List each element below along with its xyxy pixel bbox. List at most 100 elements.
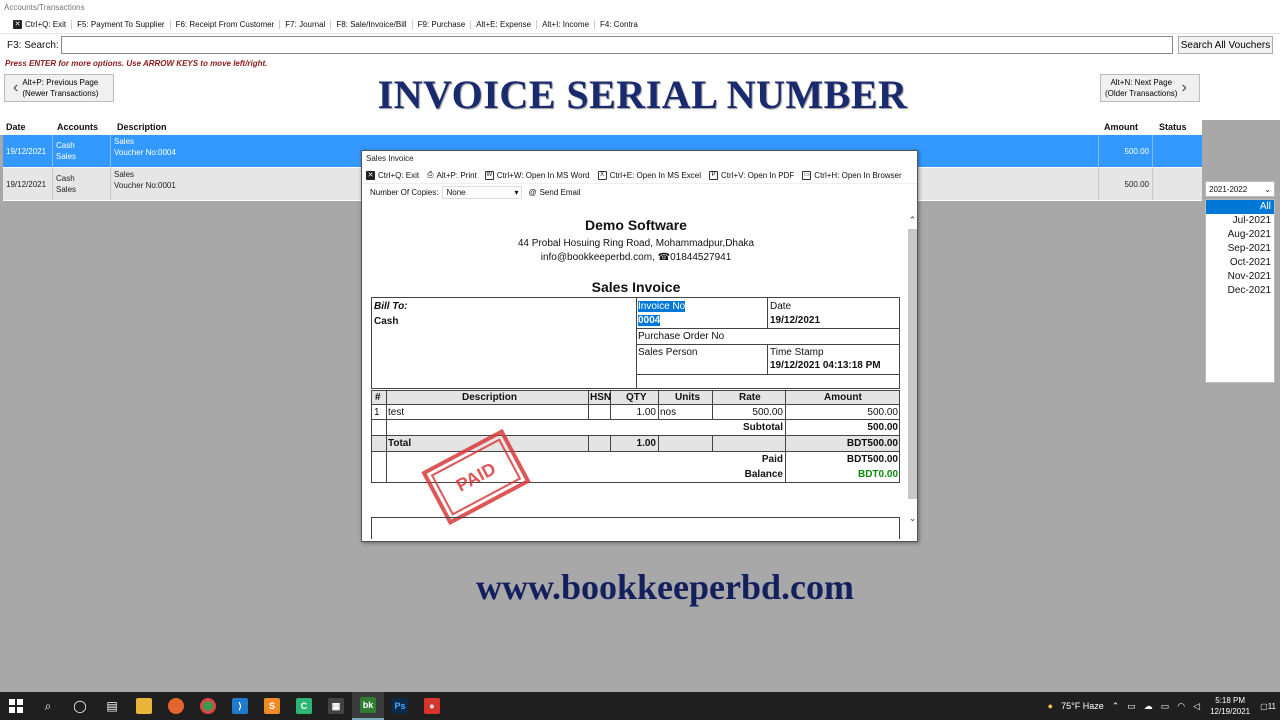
- timestamp-label: Time Stamp: [770, 347, 824, 358]
- month-item-all[interactable]: All: [1206, 200, 1274, 214]
- copies-select[interactable]: None ▾: [442, 185, 523, 199]
- printer-icon: ⎙: [427, 170, 434, 179]
- chevron-left-icon: ‹: [13, 79, 19, 96]
- month-item[interactable]: Nov-2021: [1206, 270, 1274, 284]
- clapper-icon[interactable]: ▦: [320, 692, 352, 720]
- subtotal-value: 500.00: [867, 422, 898, 433]
- windows-start-button[interactable]: [0, 692, 32, 720]
- windows-icon: [9, 699, 23, 713]
- month-item[interactable]: Oct-2021: [1206, 256, 1274, 270]
- shortcut-contra[interactable]: F4: Contra: [595, 20, 643, 29]
- print-button[interactable]: ⎙ Alt+P: Print: [425, 170, 483, 180]
- notification-icon[interactable]: ▢11: [1256, 702, 1280, 711]
- cortana-icon[interactable]: ◯: [64, 692, 96, 720]
- clock[interactable]: 5:18 PM 12/19/2021: [1204, 695, 1256, 717]
- sublime-icon[interactable]: S: [256, 692, 288, 720]
- next-sub-label: (Older Transactions): [1105, 89, 1178, 98]
- month-item[interactable]: Aug-2021: [1206, 228, 1274, 242]
- company-contact: info@bookkeeperbd.com, ☎01844527941: [540, 252, 732, 263]
- copies-label: Number Of Copies:: [370, 187, 439, 197]
- word-icon: W: [484, 170, 494, 180]
- nav-area: INVOICE SERIAL NUMBER ‹ Alt+P: Previous …: [0, 70, 1280, 120]
- shortcut-income[interactable]: Alt+I: Income: [537, 20, 595, 29]
- bill-to-label: Bill To:: [374, 301, 408, 312]
- weather-text[interactable]: 75°F Haze: [1057, 701, 1108, 711]
- overlay-title: INVOICE SERIAL NUMBER: [377, 72, 908, 117]
- search-input[interactable]: [61, 36, 1173, 54]
- open-word-button[interactable]: W Ctrl+W: Open In MS Word: [483, 170, 596, 180]
- camtasia-icon[interactable]: C: [288, 692, 320, 720]
- col-num: #: [375, 392, 381, 403]
- open-browser-button[interactable]: ▭ Ctrl+H: Open In Browser: [800, 170, 907, 180]
- search-row: F3: Search: Search All Vouchers: [0, 34, 1280, 56]
- hint-text: Press ENTER for more options. Use ARROW …: [0, 56, 1280, 70]
- onedrive-icon[interactable]: ☁: [1140, 701, 1157, 712]
- bookkeeper-icon[interactable]: bk: [352, 692, 384, 720]
- wifi-icon[interactable]: ◠: [1173, 701, 1189, 712]
- item-qty: 1.00: [636, 407, 656, 418]
- row-amount: 500.00: [1099, 135, 1153, 167]
- prev-label: Alt+P: Previous Page: [22, 78, 99, 87]
- dialog-title: Sales Invoice: [366, 154, 414, 163]
- open-pdf-button[interactable]: P Ctrl+V: Open In PDF: [707, 170, 800, 180]
- notes-box: [371, 517, 900, 539]
- chevron-up-icon[interactable]: ⌃: [908, 215, 917, 226]
- col-accounts[interactable]: Accounts: [57, 122, 98, 132]
- network-icon[interactable]: ▭: [1123, 701, 1140, 712]
- shortcut-toolbar: ✕ Ctrl+Q: Exit F5: Payment To Supplier F6…: [0, 16, 1280, 34]
- file-explorer-icon[interactable]: [128, 692, 160, 720]
- col-date[interactable]: Date: [6, 122, 26, 132]
- shortcut-journal[interactable]: F7: Journal: [280, 20, 332, 29]
- browser-icon: ▭: [802, 170, 812, 180]
- month-item[interactable]: Dec-2021: [1206, 284, 1274, 298]
- chrome-icon[interactable]: [192, 692, 224, 720]
- firefox-icon[interactable]: [160, 692, 192, 720]
- next-page-button[interactable]: Alt+N: Next Page (Older Transactions) ›: [1100, 74, 1200, 102]
- search-all-vouchers-button[interactable]: Search All Vouchers: [1178, 36, 1273, 54]
- timestamp-value: 19/12/2021 04:13:18 PM: [770, 360, 881, 371]
- row-accounts: Cash Sales: [53, 168, 111, 200]
- recorder-icon[interactable]: ●: [416, 692, 448, 720]
- open-excel-button[interactable]: X Ctrl+E: Open In MS Excel: [596, 170, 707, 180]
- send-email-button[interactable]: @ Send Email: [528, 188, 580, 197]
- col-rate: Rate: [739, 392, 761, 403]
- shortcut-receipt-from-customer[interactable]: F6: Receipt From Customer: [171, 20, 281, 29]
- col-status[interactable]: Status: [1159, 122, 1187, 132]
- row-amount: 500.00: [1099, 168, 1153, 200]
- shortcut-payment-to-supplier[interactable]: F5: Payment To Supplier: [72, 20, 171, 29]
- month-item[interactable]: Sep-2021: [1206, 242, 1274, 256]
- shortcut-expense[interactable]: Alt+E: Expense: [471, 20, 538, 29]
- task-view-icon[interactable]: ▤: [96, 692, 128, 720]
- vscode-icon[interactable]: ⟩: [224, 692, 256, 720]
- dialog-exit-button[interactable]: ✕ Ctrl+Q: Exit: [364, 170, 425, 180]
- month-item[interactable]: Jul-2021: [1206, 214, 1274, 228]
- photoshop-icon[interactable]: Ps: [384, 692, 416, 720]
- chevron-down-icon[interactable]: ⌄: [908, 513, 917, 524]
- display-icon[interactable]: ▭: [1157, 701, 1174, 712]
- financial-year-select[interactable]: 2021-2022 ⌄: [1205, 181, 1275, 197]
- month-list: All Jul-2021 Aug-2021 Sep-2021 Oct-2021 …: [1205, 199, 1275, 383]
- chevron-up-icon[interactable]: ⌃: [1108, 701, 1124, 712]
- item-rate: 500.00: [752, 407, 783, 418]
- volume-icon[interactable]: ◁: [1189, 701, 1204, 712]
- search-icon[interactable]: ⌕: [32, 692, 64, 720]
- close-icon: ✕: [366, 170, 375, 180]
- chevron-right-icon: ›: [1181, 79, 1187, 96]
- col-description[interactable]: Description: [117, 122, 167, 132]
- chevron-down-icon: ⌄: [1264, 184, 1271, 194]
- shortcut-purchase[interactable]: F9: Purchase: [413, 20, 472, 29]
- shortcut-sale-invoice[interactable]: F8: Sale/Invoice/Bill: [331, 20, 413, 29]
- shortcut-exit[interactable]: ✕ Ctrl+Q: Exit: [8, 20, 73, 29]
- balance-value: BDT0.00: [857, 469, 898, 480]
- search-label: F3: Search:: [7, 39, 59, 51]
- invoice-no-label: Invoice No: [638, 301, 686, 312]
- email-icon: @: [528, 187, 537, 197]
- scrollbar-thumb[interactable]: [908, 229, 917, 499]
- item-description: test: [388, 407, 405, 418]
- invoice-scrollbar[interactable]: ⌃ ⌄: [908, 209, 917, 527]
- paid-label: Paid: [761, 454, 783, 465]
- invoice-no-value[interactable]: 0004: [638, 315, 661, 326]
- col-amount[interactable]: Amount: [1104, 122, 1138, 132]
- previous-page-button[interactable]: ‹ Alt+P: Previous Page (Newer Transaction…: [4, 74, 114, 102]
- app-window: Accounts/Transactions ✕ Ctrl+Q: Exit F5: …: [0, 0, 1280, 692]
